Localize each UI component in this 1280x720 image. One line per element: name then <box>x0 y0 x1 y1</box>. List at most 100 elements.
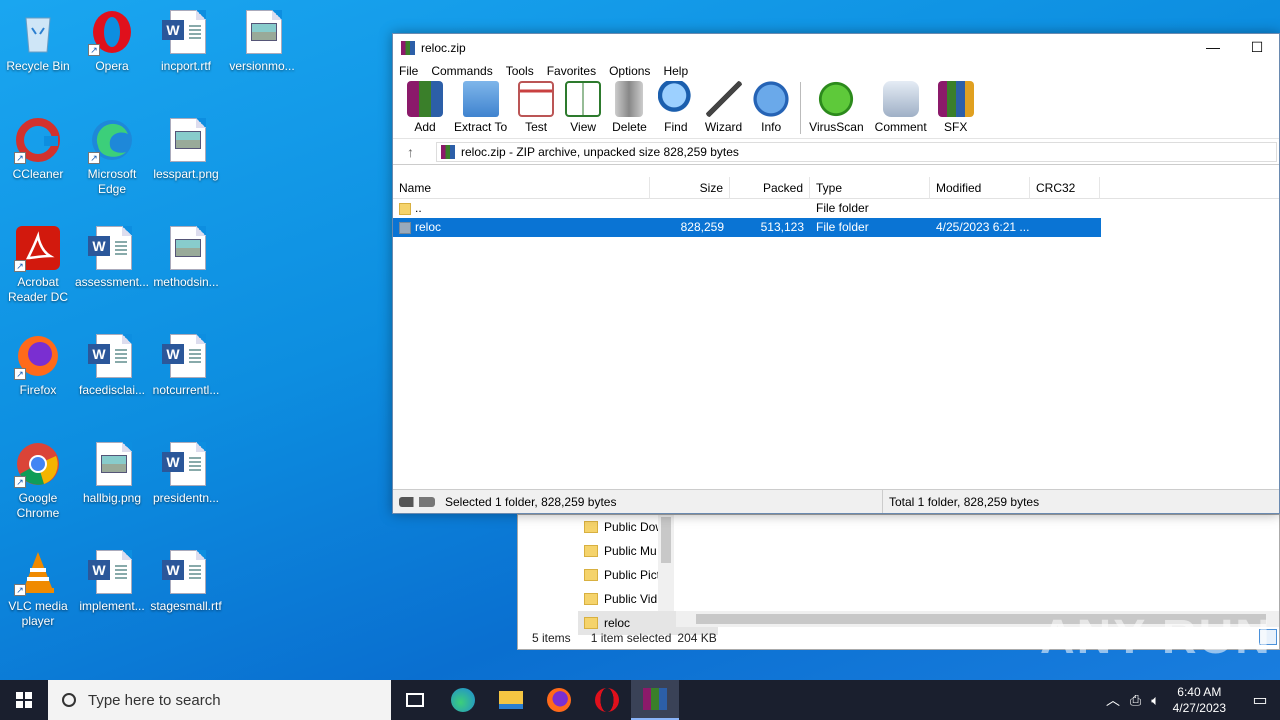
info-button[interactable]: Info <box>753 81 790 134</box>
chevron-up-icon[interactable]: ︿ <box>1106 690 1120 710</box>
column-header-size[interactable]: Size <box>650 176 730 199</box>
notification-icon[interactable]: ▭ <box>1240 690 1280 710</box>
taskbar-firefox[interactable] <box>535 680 583 720</box>
table-row[interactable]: .. File folder <box>393 199 1101 218</box>
add-button[interactable]: Add <box>407 81 443 134</box>
extract-to-button[interactable]: Extract To <box>454 81 507 134</box>
view-button[interactable]: View <box>565 81 602 134</box>
desktop-icon-stagesmall[interactable]: W stagesmall.rtf <box>148 548 224 614</box>
title-bar[interactable]: reloc.zip — ☐ <box>393 34 1279 61</box>
items-count: 5 items <box>532 631 571 645</box>
find-button[interactable]: Find <box>657 81 694 134</box>
maximize-button[interactable]: ☐ <box>1235 39 1279 56</box>
desktop-icon-firefox[interactable]: ↗ Firefox <box>0 332 76 398</box>
task-view-button[interactable] <box>391 680 439 720</box>
network-icon[interactable]: ⎙ <box>1130 692 1141 709</box>
menu-file[interactable]: File <box>399 64 418 78</box>
winrar-icon <box>643 688 667 710</box>
volume-icon[interactable]: 🔈︎ <box>1151 692 1159 709</box>
column-header-crc32[interactable]: CRC32 <box>1030 176 1100 199</box>
taskbar-winrar[interactable] <box>631 680 679 720</box>
desktop-icon-versionmo[interactable]: versionmo... <box>224 8 300 74</box>
system-tray: ︿ ⎙ 🔈︎ 6:40 AM 4/27/2023 ▭ <box>1101 680 1280 720</box>
nav-item-public-music[interactable]: Public Mu <box>578 539 718 563</box>
table-row-selected[interactable]: reloc 828,259 513,123 File folder 4/25/2… <box>393 218 1101 237</box>
column-header-modified[interactable]: Modified <box>930 176 1030 199</box>
status-selected: Selected 1 folder, 828,259 bytes <box>445 494 617 509</box>
desktop-icon-methodsin[interactable]: methodsin... <box>148 224 224 290</box>
word-document-icon: W <box>88 332 136 380</box>
wizard-button[interactable]: Wizard <box>705 81 742 134</box>
desktop-icon-vlc[interactable]: ↗ VLC media player <box>0 548 76 629</box>
word-document-icon: W <box>88 548 136 596</box>
desktop-icon-facedisclai[interactable]: W facedisclai... <box>74 332 150 398</box>
extract-folder-icon <box>462 81 499 117</box>
menu-commands[interactable]: Commands <box>431 64 492 78</box>
view-book-icon <box>565 81 602 117</box>
search-icon <box>62 693 76 707</box>
word-document-icon: W <box>88 224 136 272</box>
menu-favorites[interactable]: Favorites <box>547 64 596 78</box>
desktop-icon-recycle-bin[interactable]: Recycle Bin <box>0 8 76 74</box>
nav-item-public-videos[interactable]: Public Vid <box>578 587 718 611</box>
test-button[interactable]: Test <box>518 81 555 134</box>
desktop-icon-implement[interactable]: W implement... <box>74 548 150 614</box>
desktop-icon-opera[interactable]: ↗ Opera <box>74 8 150 74</box>
word-document-icon: W <box>162 8 210 56</box>
nav-item-public-pictures[interactable]: Public Pict <box>578 563 718 587</box>
edge-icon <box>451 688 475 712</box>
winrar-window: reloc.zip — ☐ File Commands Tools Favori… <box>392 33 1280 514</box>
explorer-status-bar: 5 items 1 item selected 204 KB <box>532 631 717 645</box>
start-button[interactable] <box>0 680 48 720</box>
shortcut-arrow-icon: ↗ <box>14 476 26 488</box>
desktop-icon-acrobat[interactable]: ↗ Acrobat Reader DC <box>0 224 76 305</box>
desktop-icon-lesspart[interactable]: lesspart.png <box>148 116 224 182</box>
folder-icon <box>584 569 598 581</box>
taskbar: Type here to search ︿ ⎙ 🔈︎ 6:40 AM 4/27/… <box>0 680 1280 720</box>
menu-help[interactable]: Help <box>663 64 688 78</box>
desktop-icon-ccleaner[interactable]: ↗ CCleaner <box>0 116 76 182</box>
taskbar-search-box[interactable]: Type here to search <box>48 680 391 720</box>
shortcut-arrow-icon: ↗ <box>14 584 26 596</box>
delete-button[interactable]: Delete <box>612 81 647 134</box>
desktop-icon-assessment[interactable]: W assessment... <box>74 224 150 290</box>
desktop-icon-hallbig[interactable]: hallbig.png <box>74 440 150 506</box>
taskbar-opera[interactable] <box>583 680 631 720</box>
recycle-bin-icon <box>14 8 62 56</box>
sfx-button[interactable]: SFX <box>937 81 974 134</box>
trash-icon <box>615 81 644 117</box>
status-bar: Selected 1 folder, 828,259 bytes Total 1… <box>393 489 1279 513</box>
nav-item-public-downloads[interactable]: Public Dow <box>578 515 718 539</box>
task-view-icon <box>406 693 424 707</box>
taskbar-edge[interactable] <box>439 680 487 720</box>
shortcut-arrow-icon: ↗ <box>88 152 100 164</box>
up-folder-icon[interactable]: ↑ <box>407 144 414 160</box>
explorer-vertical-scrollbar[interactable] <box>658 515 674 611</box>
virusscan-button[interactable]: VirusScan <box>809 81 864 134</box>
menu-options[interactable]: Options <box>609 64 650 78</box>
desktop-icon-chrome[interactable]: ↗ Google Chrome <box>0 440 76 521</box>
desktop-icon-presidentn[interactable]: W presidentn... <box>148 440 224 506</box>
test-clipboard-icon <box>518 81 555 117</box>
minimize-button[interactable]: — <box>1191 39 1235 56</box>
file-explorer-icon <box>499 691 523 709</box>
clock-date: 4/27/2023 <box>1172 701 1226 715</box>
archive-path-field[interactable]: reloc.zip - ZIP archive, unpacked size 8… <box>436 141 1277 162</box>
clock[interactable]: 6:40 AM 4/27/2023 <box>1173 684 1226 716</box>
image-file-icon <box>238 8 286 56</box>
drive-icon[interactable] <box>399 496 435 507</box>
menu-tools[interactable]: Tools <box>506 64 534 78</box>
desktop-icon-incport[interactable]: W incport.rtf <box>148 8 224 74</box>
desktop-icon-edge[interactable]: ↗ Microsoft Edge <box>74 116 150 197</box>
desktop-icon-notcurrentl[interactable]: W notcurrentl... <box>148 332 224 398</box>
image-file-icon <box>162 224 210 272</box>
scrollbar-thumb[interactable] <box>661 517 671 563</box>
column-header-name[interactable]: Name <box>393 176 650 199</box>
comment-button[interactable]: Comment <box>875 81 927 134</box>
ccleaner-icon: ↗ <box>14 116 62 164</box>
magnifier-icon <box>657 81 694 117</box>
column-header-type[interactable]: Type <box>810 176 930 199</box>
zip-archive-icon <box>441 144 455 159</box>
taskbar-file-explorer[interactable] <box>487 680 535 720</box>
column-header-packed[interactable]: Packed <box>730 176 810 199</box>
